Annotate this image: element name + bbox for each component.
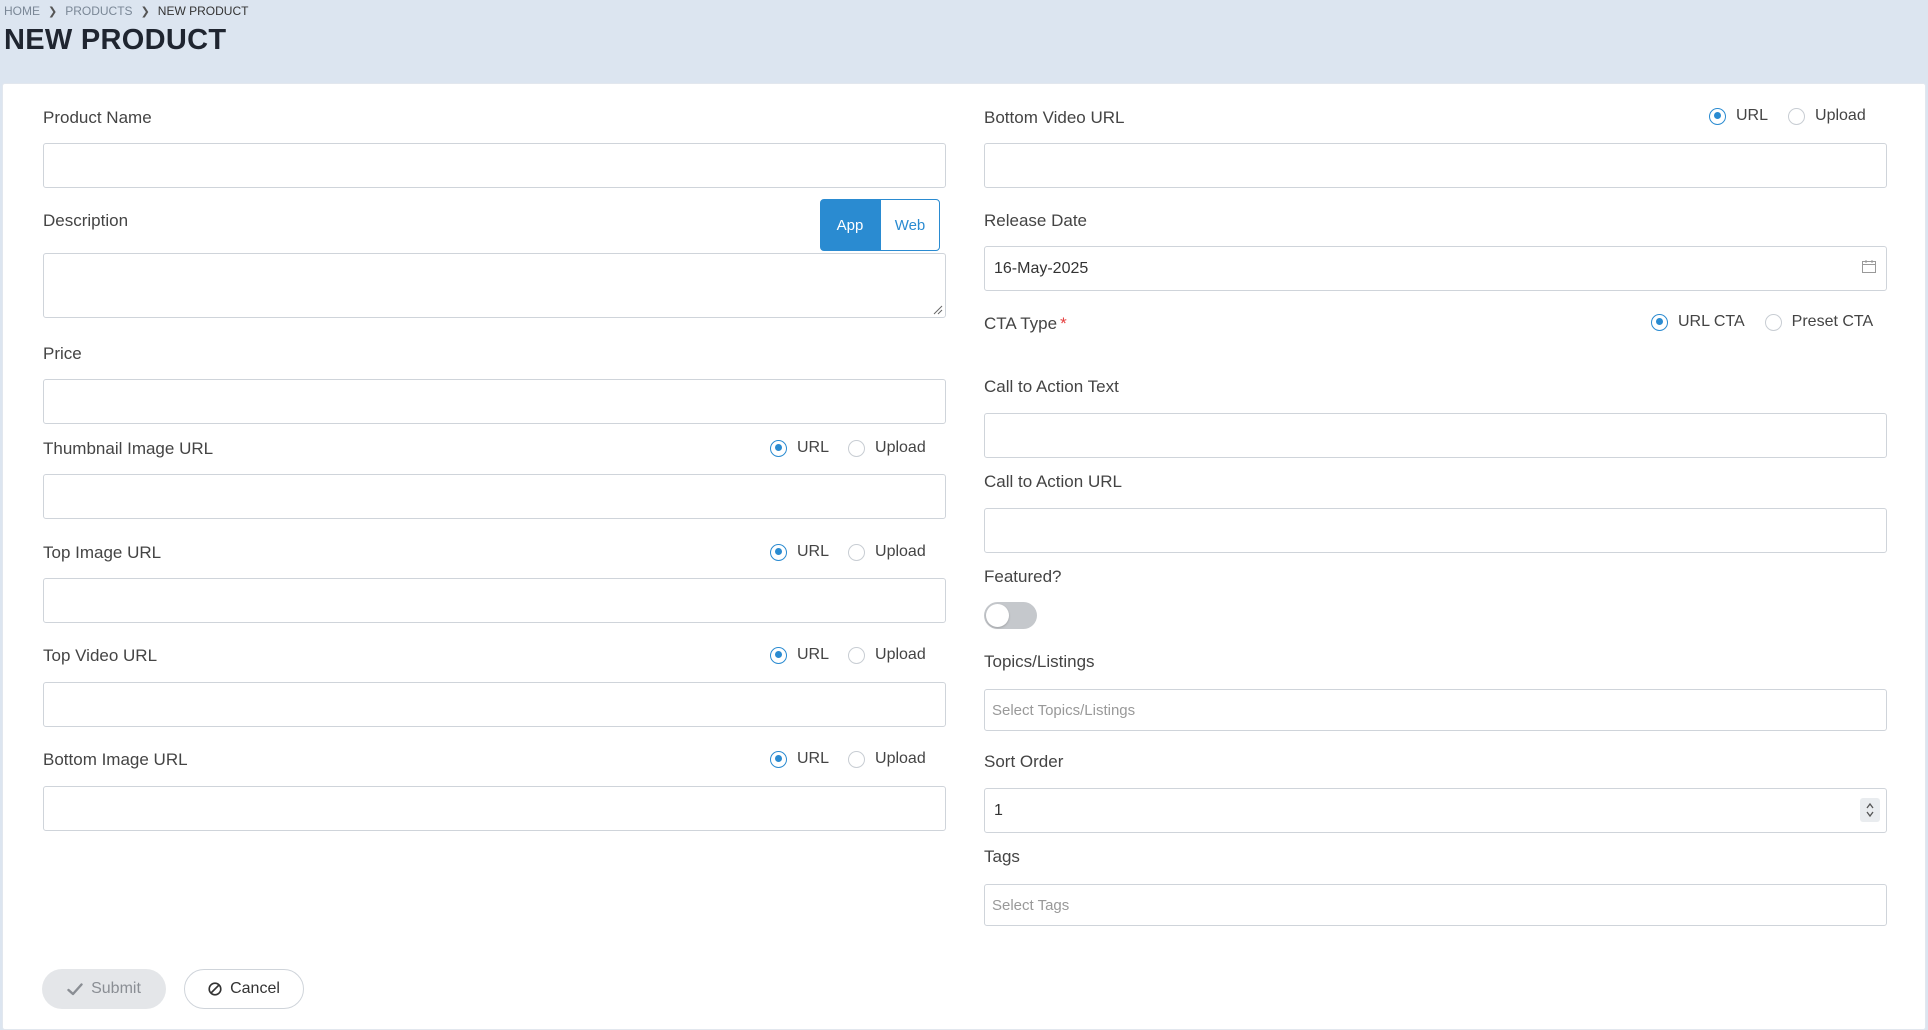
breadcrumb-home[interactable]: HOME — [4, 4, 40, 18]
radio-checked-icon — [1651, 313, 1668, 331]
radio-checked-icon — [770, 750, 787, 768]
price-input[interactable] — [43, 379, 946, 424]
thumbnail-image-url-input[interactable] — [43, 474, 946, 519]
cta-type-label-text: CTA Type — [984, 314, 1058, 333]
top-image-url-input[interactable] — [43, 578, 946, 623]
tags-label: Tags — [984, 847, 1020, 866]
featured-toggle[interactable] — [984, 602, 1037, 629]
updown-chevron-icon — [1866, 802, 1874, 818]
bottom-video-label: Bottom Video URL — [984, 108, 1125, 127]
radio-unchecked-icon — [848, 646, 866, 664]
cta-type-preset-radio[interactable]: Preset CTA — [1764, 313, 1874, 331]
radio-label: URL — [797, 543, 830, 560]
bottom-image-source-radio-group: URL Upload — [770, 750, 926, 768]
release-date-input[interactable]: 16-May-2025 — [984, 246, 1887, 291]
check-icon — [67, 982, 83, 995]
top-image-source-radio-group: URL Upload — [770, 543, 926, 561]
sort-order-label: Sort Order — [984, 752, 1064, 771]
description-textarea[interactable] — [43, 253, 946, 318]
top-video-url-radio[interactable]: URL — [770, 646, 829, 664]
release-date-value: 16-May-2025 — [994, 259, 1089, 277]
calendar-icon[interactable] — [1862, 260, 1876, 273]
bottom-video-upload-radio[interactable]: Upload — [1788, 107, 1866, 125]
bottom-image-url-radio[interactable]: URL — [770, 750, 829, 768]
topics-select[interactable]: Select Topics/Listings — [984, 689, 1887, 731]
radio-label: Upload — [875, 750, 926, 767]
description-mode-toggle: App Web — [820, 199, 940, 251]
top-image-upload-radio[interactable]: Upload — [848, 543, 926, 561]
sort-order-input[interactable]: 1 — [984, 788, 1887, 833]
radio-label: Preset CTA — [1791, 313, 1874, 330]
radio-label: Upload — [875, 646, 926, 663]
top-video-upload-radio[interactable]: Upload — [848, 646, 926, 664]
tags-select[interactable]: Select Tags — [984, 884, 1887, 926]
chevron-right-icon: ❯ — [140, 5, 150, 18]
breadcrumb: HOME ❯ PRODUCTS ❯ NEW PRODUCT — [4, 2, 248, 20]
cta-url-input[interactable] — [984, 508, 1887, 553]
thumbnail-image-label: Thumbnail Image URL — [43, 439, 214, 458]
radio-checked-icon — [1709, 107, 1726, 125]
radio-unchecked-icon — [848, 750, 866, 768]
radio-label: Upload — [875, 439, 926, 456]
radio-unchecked-icon — [1764, 313, 1782, 331]
cta-url-label: Call to Action URL — [984, 472, 1122, 491]
bottom-video-url-input[interactable] — [984, 143, 1887, 188]
bottom-image-label: Bottom Image URL — [43, 750, 188, 769]
stepper-arrows-icon[interactable] — [1860, 798, 1880, 822]
product-name-label: Product Name — [43, 108, 152, 127]
cta-text-input[interactable] — [984, 413, 1887, 458]
product-form-card: Product Name Description App Web Price T… — [2, 83, 1926, 1030]
ban-icon — [208, 982, 222, 996]
bottom-image-url-input[interactable] — [43, 786, 946, 831]
radio-label: Upload — [1815, 107, 1866, 124]
cancel-button[interactable]: Cancel — [184, 969, 304, 1009]
cta-type-url-radio[interactable]: URL CTA — [1651, 313, 1745, 331]
top-video-url-input[interactable] — [43, 682, 946, 727]
radio-unchecked-icon — [848, 543, 866, 561]
breadcrumb-products[interactable]: PRODUCTS — [65, 4, 132, 18]
cancel-label: Cancel — [230, 980, 280, 997]
submit-button[interactable]: Submit — [42, 969, 166, 1009]
release-date-label: Release Date — [984, 211, 1088, 230]
top-image-label: Top Image URL — [43, 543, 162, 562]
cta-type-radio-group: URL CTA Preset CTA — [1651, 313, 1873, 331]
page-title: NEW PRODUCT — [4, 24, 227, 56]
top-video-label: Top Video URL — [43, 646, 158, 665]
cta-type-label: CTA Type * — [984, 314, 1067, 334]
radio-label: URL — [797, 750, 830, 767]
required-marker: * — [1060, 314, 1067, 333]
bottom-image-upload-radio[interactable]: Upload — [848, 750, 926, 768]
featured-label: Featured? — [984, 567, 1062, 586]
radio-label: URL CTA — [1678, 313, 1745, 330]
radio-unchecked-icon — [848, 439, 866, 457]
resize-grip-icon[interactable] — [931, 303, 943, 315]
description-mode-web-button[interactable]: Web — [880, 199, 940, 251]
radio-checked-icon — [770, 646, 787, 664]
radio-checked-icon — [770, 543, 787, 561]
bottom-video-url-radio[interactable]: URL — [1709, 107, 1768, 125]
breadcrumb-current: NEW PRODUCT — [157, 4, 249, 18]
price-label: Price — [43, 344, 82, 363]
submit-label: Submit — [91, 980, 141, 997]
toggle-knob — [986, 604, 1009, 627]
product-name-input[interactable] — [43, 143, 946, 188]
radio-label: Upload — [875, 543, 926, 560]
thumbnail-upload-radio[interactable]: Upload — [848, 439, 926, 457]
top-image-url-radio[interactable]: URL — [770, 543, 829, 561]
top-video-source-radio-group: URL Upload — [770, 646, 926, 664]
radio-label: URL — [1736, 107, 1769, 124]
topics-label: Topics/Listings — [984, 652, 1095, 671]
radio-unchecked-icon — [1788, 107, 1806, 125]
chevron-right-icon: ❯ — [48, 5, 58, 18]
description-mode-app-button[interactable]: App — [820, 199, 880, 251]
description-label: Description — [43, 211, 129, 230]
radio-checked-icon — [770, 439, 787, 457]
thumbnail-source-radio-group: URL Upload — [770, 439, 926, 457]
bottom-video-source-radio-group: URL Upload — [1709, 107, 1866, 125]
radio-label: URL — [797, 646, 830, 663]
sort-order-value: 1 — [994, 801, 1003, 819]
cta-text-label: Call to Action Text — [984, 377, 1119, 396]
thumbnail-url-radio[interactable]: URL — [770, 439, 829, 457]
radio-label: URL — [797, 439, 830, 456]
